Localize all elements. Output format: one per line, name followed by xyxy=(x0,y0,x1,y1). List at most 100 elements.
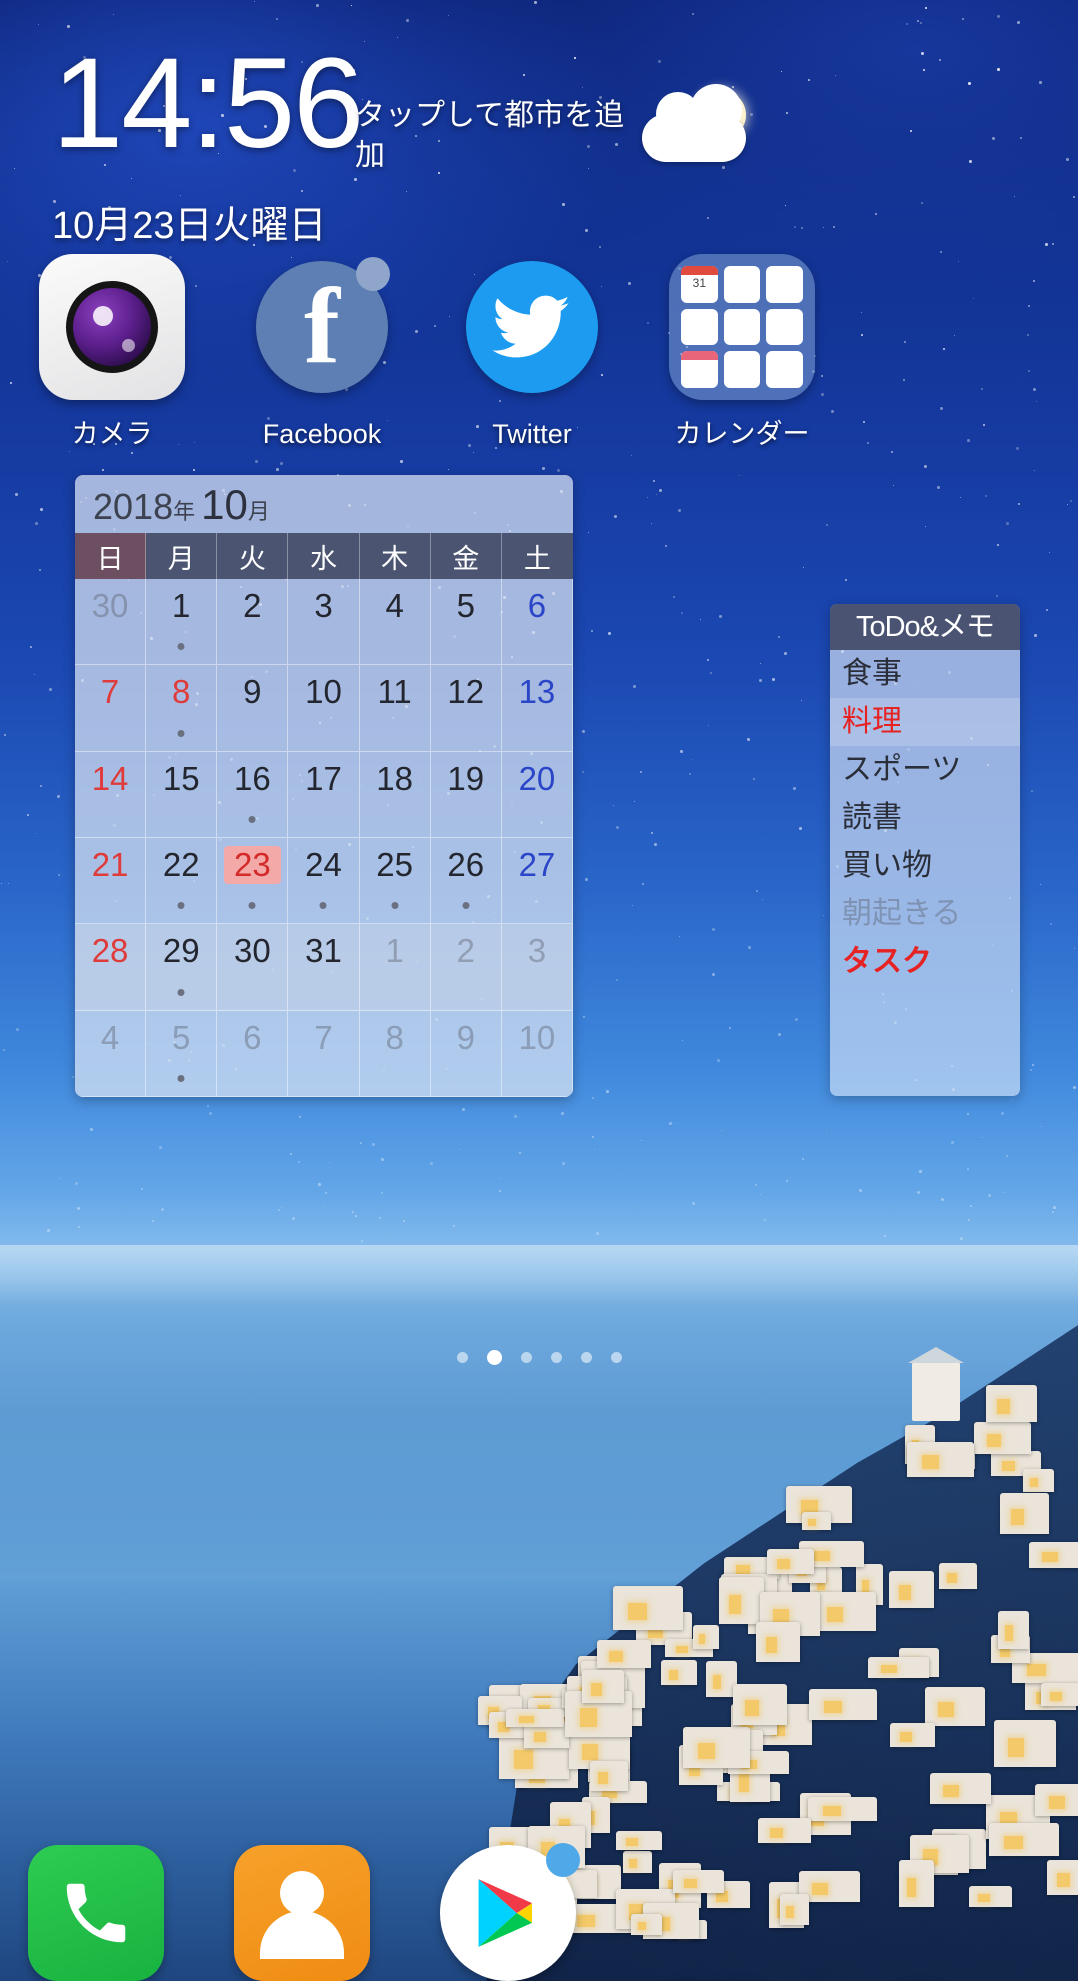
calendar-day-number: 13 xyxy=(518,673,556,711)
weather-add-city-prompt[interactable]: タップして都市を追加 xyxy=(355,96,625,176)
calendar-day-cell[interactable]: 2 xyxy=(430,924,502,1011)
calendar-day-number: 10 xyxy=(518,1018,556,1056)
folder-mini-icon xyxy=(723,351,761,388)
calendar-day-cell[interactable]: 17 xyxy=(288,751,360,838)
calendar-day-cell[interactable]: 31 xyxy=(288,924,360,1011)
calendar-day-cell[interactable]: 19 xyxy=(430,751,502,838)
calendar-day-cell[interactable]: 25 xyxy=(359,838,431,925)
notification-badge xyxy=(356,257,390,291)
calendar-day-cell[interactable]: 24 xyxy=(288,838,360,925)
calendar-day-cell[interactable]: 6 xyxy=(501,579,573,666)
calendar-day-cell[interactable]: 12 xyxy=(430,665,502,752)
calendar-day-number: 6 xyxy=(527,587,547,624)
todo-item[interactable]: タスク xyxy=(830,938,1020,986)
calendar-day-number: 23 xyxy=(223,846,281,884)
folder-mini-icon: 31 xyxy=(681,266,718,303)
calendar-day-cell[interactable]: 9 xyxy=(217,665,289,752)
todo-item[interactable]: 買い物 xyxy=(830,842,1020,890)
calendar-day-cell[interactable]: 23 xyxy=(217,838,289,925)
page-dot[interactable] xyxy=(610,1351,622,1363)
calendar-weekday: 木 xyxy=(359,533,431,579)
calendar-day-cell[interactable]: 7 xyxy=(75,665,147,752)
page-indicator[interactable] xyxy=(0,1345,1078,1369)
calendar-day-cell[interactable]: 9 xyxy=(430,1010,502,1097)
calendar-day-cell[interactable]: 27 xyxy=(501,838,573,925)
calendar-day-cell[interactable]: 10 xyxy=(288,665,360,752)
calendar-day-cell[interactable]: 18 xyxy=(359,751,431,838)
app-row: カメラ f Facebook Twitter 31 カレンダー xyxy=(0,254,1078,449)
dock-contacts[interactable] xyxy=(234,1845,370,1981)
calendar-day-cell[interactable]: 5 xyxy=(430,579,502,666)
calendar-day-cell[interactable]: 10 xyxy=(501,1010,573,1097)
calendar-day-number: 10 xyxy=(305,673,342,711)
todo-item[interactable]: 食事 xyxy=(830,650,1020,698)
calendar-day-cell[interactable]: 8 xyxy=(359,1010,431,1097)
page-dot[interactable] xyxy=(456,1351,468,1363)
clock-weather-widget[interactable]: 14:56 タップして都市を追加 10月23日火曜日 xyxy=(0,26,1078,247)
calendar-day-cell[interactable]: 21 xyxy=(75,838,147,925)
calendar-day-cell[interactable]: 4 xyxy=(359,579,431,666)
calendar-day-number: 4 xyxy=(385,587,404,624)
calendar-day-number: 30 xyxy=(91,587,129,624)
calendar-day-cell[interactable]: 3 xyxy=(501,924,573,1011)
page-dot[interactable] xyxy=(520,1351,532,1363)
calendar-weekday: 金 xyxy=(430,533,502,579)
event-dot xyxy=(319,902,327,910)
calendar-day-cell[interactable]: 30 xyxy=(75,579,147,666)
calendar-day-number: 17 xyxy=(305,759,342,797)
clock-date[interactable]: 10月23日火曜日 xyxy=(52,194,327,249)
calendar-day-cell[interactable]: 16 xyxy=(217,751,289,838)
calendar-widget[interactable]: 2018年 10月 日月火水木金土 30 1 2 3 4 5 6 7 8 9 10 11 12 13 14 15… xyxy=(75,475,573,1097)
calendar-day-number: 15 xyxy=(162,759,200,797)
calendar-day-cell[interactable]: 5 xyxy=(146,1010,218,1097)
dock-play-store[interactable] xyxy=(440,1843,580,1981)
calendar-day-cell[interactable]: 2 xyxy=(217,579,289,666)
page-dot[interactable] xyxy=(580,1351,592,1363)
calendar-day-cell[interactable]: 30 xyxy=(217,924,289,1011)
calendar-day-cell[interactable]: 22 xyxy=(146,838,218,925)
calendar-day-cell[interactable]: 28 xyxy=(75,924,147,1011)
calendar-day-cell[interactable]: 13 xyxy=(501,665,573,752)
page-dot[interactable] xyxy=(486,1349,502,1365)
calendar-day-cell[interactable]: 6 xyxy=(217,1010,289,1097)
cloud-icon xyxy=(642,84,746,162)
calendar-day-cell[interactable]: 14 xyxy=(75,751,147,838)
contacts-icon xyxy=(280,1871,324,1915)
calendar-day-grid[interactable]: 30 1 2 3 4 5 6 7 8 9 10 11 12 13 14 15 16 17 18 19 20 21 22 23 2… xyxy=(75,579,573,1097)
dock-phone[interactable] xyxy=(28,1845,164,1981)
calendar-day-cell[interactable]: 1 xyxy=(146,579,218,666)
calendar-day-cell[interactable]: 4 xyxy=(75,1010,147,1097)
calendar-day-cell[interactable]: 15 xyxy=(146,751,218,838)
app-facebook[interactable]: f Facebook xyxy=(212,254,432,450)
app-twitter[interactable]: Twitter xyxy=(422,254,642,450)
calendar-day-cell[interactable]: 11 xyxy=(359,665,431,752)
calendar-day-cell[interactable]: 26 xyxy=(430,838,502,925)
calendar-day-cell[interactable]: 20 xyxy=(501,751,573,838)
event-dot xyxy=(248,816,256,823)
todo-list[interactable]: 食事 料理 スポーツ 読書 買い物 朝起きる タスク xyxy=(830,650,1020,986)
todo-widget-title: ToDo&メモ xyxy=(830,604,1020,650)
calendar-day-number: 3 xyxy=(314,587,333,624)
calendar-day-cell[interactable]: 29 xyxy=(146,924,218,1011)
calendar-day-number: 27 xyxy=(518,846,556,883)
calendar-day-number: 2 xyxy=(456,932,475,970)
calendar-day-cell[interactable]: 8 xyxy=(146,665,218,752)
calendar-month-suffix: 月 xyxy=(247,499,270,524)
todo-item[interactable]: スポーツ xyxy=(830,746,1020,794)
calendar-day-cell[interactable]: 1 xyxy=(359,924,431,1011)
event-dot xyxy=(462,902,470,910)
calendar-day-number: 5 xyxy=(456,587,475,624)
clock-time[interactable]: 14:56 xyxy=(52,40,364,168)
event-dot xyxy=(177,1075,185,1082)
app-camera[interactable]: カメラ xyxy=(2,254,222,451)
calendar-day-cell[interactable]: 3 xyxy=(288,579,360,666)
calendar-day-number: 18 xyxy=(376,759,413,797)
page-dot[interactable] xyxy=(550,1351,562,1363)
todo-item[interactable]: 朝起きる xyxy=(830,890,1020,938)
todo-memo-widget[interactable]: ToDo&メモ 食事 料理 スポーツ 読書 買い物 朝起きる タスク xyxy=(830,604,1020,1096)
app-calendar-folder[interactable]: 31 カレンダー xyxy=(632,254,852,451)
todo-item[interactable]: 読書 xyxy=(830,794,1020,842)
play-store-icon xyxy=(478,1879,532,1947)
calendar-day-cell[interactable]: 7 xyxy=(288,1010,360,1097)
todo-item[interactable]: 料理 xyxy=(830,698,1020,746)
